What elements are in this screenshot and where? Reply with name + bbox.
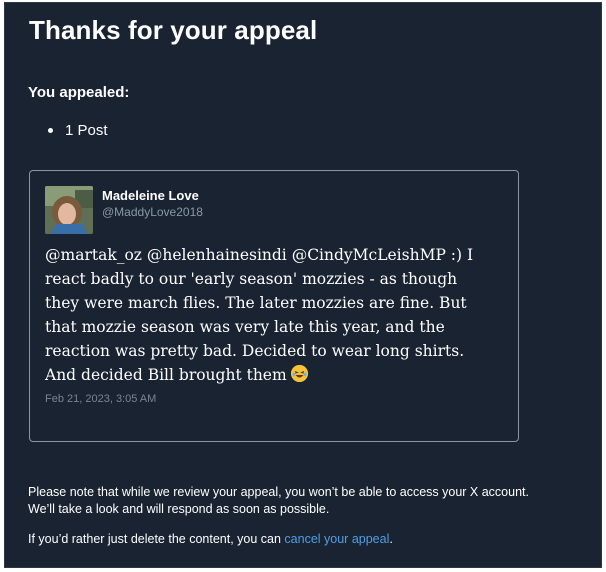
- delete-content-notice: If you’d rather just delete the content,…: [28, 531, 393, 548]
- appealed-post-card: Madeleine Love @MaddyLove2018 @martak_oz…: [29, 170, 519, 442]
- avatar-photo-icon: [45, 186, 93, 234]
- page-title: Thanks for your appeal: [29, 15, 318, 45]
- review-notice-line2: We’ll take a look and will respond as so…: [28, 502, 330, 516]
- post-text: @martak_oz @helenhainesindi @CindyMcLeis…: [45, 246, 474, 384]
- post-body: @martak_oz @helenhainesindi @CindyMcLeis…: [45, 243, 495, 387]
- appealed-item-label: 1 Post: [65, 122, 108, 139]
- post-author-handle: @MaddyLove2018: [102, 205, 203, 219]
- avatar: [45, 186, 93, 234]
- bullet-icon: [48, 128, 53, 133]
- cancel-appeal-link[interactable]: cancel your appeal: [284, 532, 389, 546]
- post-author-name: Madeleine Love: [102, 188, 199, 203]
- list-item: 1 Post: [34, 122, 108, 139]
- appealed-items-list: 1 Post: [34, 122, 108, 139]
- delete-notice-prefix: If you’d rather just delete the content,…: [28, 532, 285, 546]
- review-notice: Please note that while we review your ap…: [28, 484, 588, 518]
- review-notice-line1: Please note that while we review your ap…: [28, 485, 529, 499]
- post-timestamp: Feb 21, 2023, 3:05 AM: [45, 393, 157, 405]
- appealed-label: You appealed:: [28, 84, 130, 101]
- delete-notice-suffix: .: [389, 532, 393, 546]
- laughing-face-emoji-icon: [290, 365, 308, 382]
- appeal-confirmation-panel: Thanks for your appeal You appealed: 1 P…: [4, 2, 602, 568]
